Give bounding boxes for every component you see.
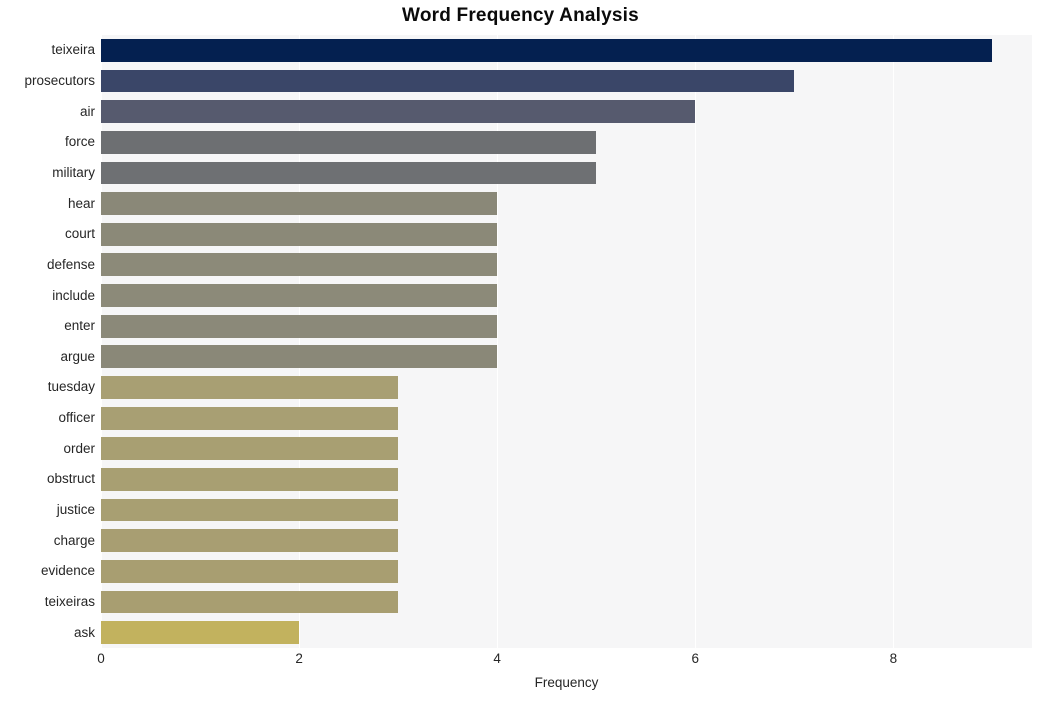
y-tick-label-evidence: evidence (40, 563, 95, 579)
page-title: Word Frequency Analysis (402, 5, 639, 26)
y-tick-label-teixeira: teixeira (51, 42, 95, 58)
y-tick-label-include: include (52, 287, 95, 303)
bar-row[interactable] (101, 468, 1032, 491)
chart-figure: Word Frequency Analysis teixeira prosecut… (0, 0, 1041, 701)
bar-row[interactable] (101, 621, 1032, 645)
bar-row[interactable] (101, 376, 1032, 399)
bar-force[interactable] (101, 130, 597, 154)
bar-charge[interactable] (101, 529, 399, 553)
bar-row[interactable] (101, 590, 1032, 614)
bar-tuesday[interactable] (101, 376, 399, 399)
bar-order[interactable] (101, 437, 399, 461)
bar-argue[interactable] (101, 345, 498, 369)
y-tick-label-argue: argue (60, 348, 95, 364)
bar-teixeiras[interactable] (101, 590, 399, 614)
y-tick-label-justice: justice (56, 502, 95, 518)
x-axis-tick-labels: 0 2 4 6 8 (0, 652, 1041, 674)
y-tick-label-obstruct: obstruct (46, 471, 95, 487)
x-tick-label-2: 2 (295, 651, 303, 666)
bar-row[interactable] (101, 406, 1032, 430)
y-tick-label-ask: ask (73, 624, 95, 640)
bar-row[interactable] (101, 559, 1032, 583)
y-tick-label-order: order (63, 440, 95, 456)
bar-enter[interactable] (101, 314, 498, 338)
bar-row[interactable] (101, 222, 1032, 246)
x-tick-label-8: 8 (889, 651, 898, 666)
bar-row[interactable] (101, 253, 1032, 277)
bar-row[interactable] (101, 529, 1032, 553)
y-tick-label-charge: charge (53, 532, 95, 548)
bar-officer[interactable] (101, 406, 399, 430)
bar-row[interactable] (101, 192, 1032, 215)
y-tick-label-military: military (52, 164, 95, 180)
bar-evidence[interactable] (101, 559, 399, 583)
bar-justice[interactable] (101, 498, 399, 522)
bar-row[interactable] (101, 345, 1032, 369)
y-tick-label-tuesday: tuesday (47, 379, 95, 395)
bar-row[interactable] (101, 100, 1032, 124)
y-tick-label-force: force (64, 134, 95, 150)
y-tick-label-enter: enter (64, 318, 95, 334)
bar-hear[interactable] (101, 192, 498, 215)
y-tick-label-officer: officer (58, 410, 95, 426)
bar-court[interactable] (101, 222, 498, 246)
bar-include[interactable] (101, 284, 498, 307)
bar-teixeira[interactable] (101, 38, 993, 62)
x-tick-label-6: 6 (691, 651, 700, 666)
bar-row[interactable] (101, 161, 1032, 185)
bar-row[interactable] (101, 314, 1032, 338)
bar-obstruct[interactable] (101, 468, 399, 491)
bar-row[interactable] (101, 437, 1032, 461)
y-tick-label-hear: hear (67, 195, 95, 211)
x-axis-title: Frequency (534, 675, 599, 690)
bar-military[interactable] (101, 161, 597, 185)
bar-row[interactable] (101, 284, 1032, 307)
bar-row[interactable] (101, 38, 1032, 62)
plot-area (101, 35, 1032, 648)
bar-ask[interactable] (101, 621, 300, 645)
bars-layer (101, 35, 1032, 648)
bar-air[interactable] (101, 100, 696, 124)
y-tick-label-air: air (79, 103, 95, 119)
y-tick-label-court: court (64, 226, 95, 242)
bar-prosecutors[interactable] (101, 69, 795, 93)
bar-row[interactable] (101, 498, 1032, 522)
y-tick-label-prosecutors: prosecutors (24, 72, 95, 88)
y-tick-label-teixeiras: teixeiras (44, 594, 95, 610)
bar-row[interactable] (101, 130, 1032, 154)
y-axis-tick-labels: teixeira prosecutors air force military hear c… (0, 35, 95, 648)
bar-row[interactable] (101, 69, 1032, 93)
x-tick-label-0: 0 (97, 651, 105, 666)
x-tick-label-4: 4 (493, 651, 501, 666)
bar-defense[interactable] (101, 253, 498, 277)
y-tick-label-defense: defense (46, 256, 95, 272)
